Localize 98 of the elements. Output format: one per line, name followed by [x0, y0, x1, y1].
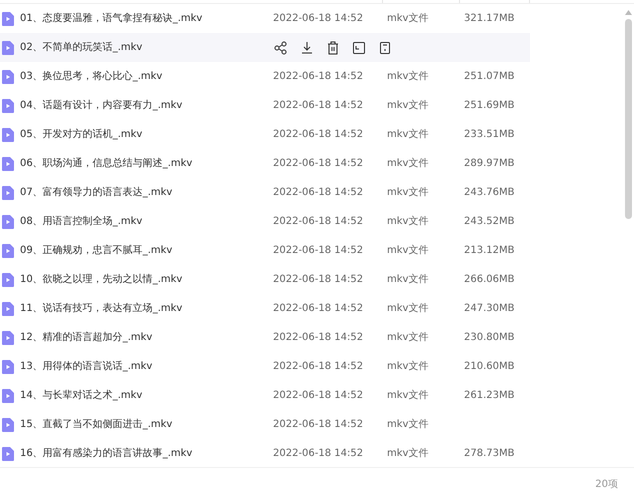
file-row[interactable]: 16、用富有感染力的语言讲故事_.mkv 2022-06-18 14:52 mkv文件 278.73MB: [0, 439, 530, 468]
file-size: 247.30MB: [464, 302, 516, 316]
video-file-icon: [2, 272, 14, 286]
file-row[interactable]: 03、换位思考，将心比心_.mkv 2022-06-18 14:52 mkv文件 251.07MB: [0, 62, 530, 91]
modified-date: 2022-06-18 14:52: [273, 215, 364, 229]
video-file-icon: [2, 388, 14, 402]
video-file-icon: [2, 418, 14, 432]
panel-icon[interactable]: [351, 40, 367, 56]
file-type: mkv文件: [387, 418, 430, 432]
delete-icon[interactable]: [325, 40, 341, 56]
document-icon[interactable]: [377, 40, 393, 56]
file-size: 233.51MB: [464, 128, 516, 142]
file-type: mkv文件: [387, 388, 430, 403]
video-file-icon: [2, 330, 14, 344]
file-row[interactable]: 06、职场沟通，信息总结与阐述_.mkv 2022-06-18 14:52 mkv文件 289.97MB: [0, 149, 530, 178]
share-icon[interactable]: [273, 40, 289, 56]
video-file-icon: [2, 70, 14, 84]
file-type: mkv文件: [387, 98, 430, 113]
modified-date: 2022-06-18 14:52: [273, 418, 364, 432]
video-file-icon: [2, 128, 14, 142]
file-name[interactable]: 05、开发对方的话机_.mkv: [20, 127, 273, 142]
file-type: mkv文件: [387, 302, 430, 316]
file-name[interactable]: 08、用语言控制全场_.mkv: [20, 214, 273, 229]
file-type: mkv文件: [387, 244, 430, 258]
file-name[interactable]: 03、换位思考，将心比心_.mkv: [20, 69, 273, 84]
file-row[interactable]: 01、态度要温雅，语气拿捏有秘诀_.mkv 2022-06-18 14:52 mkv文件 321.17MB: [0, 4, 530, 33]
modified-date: 2022-06-18 14:52: [273, 12, 364, 26]
file-type: mkv文件: [387, 272, 430, 287]
file-type: mkv文件: [387, 330, 430, 345]
file-name[interactable]: 09、正确规劝，忠言不腻耳_.mkv: [20, 243, 273, 258]
file-row[interactable]: 08、用语言控制全场_.mkv 2022-06-18 14:52 mkv文件 243.52MB: [0, 207, 530, 236]
file-name[interactable]: 04、话题有设计，内容要有力_.mkv: [20, 98, 273, 113]
file-type: mkv文件: [387, 214, 430, 229]
file-name[interactable]: 06、职场沟通，信息总结与阐述_.mkv: [20, 156, 273, 171]
file-size: 243.52MB: [464, 215, 516, 229]
file-size: 289.97MB: [464, 157, 516, 171]
file-size: 243.76MB: [464, 186, 516, 200]
file-type: mkv文件: [387, 446, 430, 461]
file-row[interactable]: 14、与长辈对话之术_.mkv 2022-06-18 14:52 mkv文件 261.23MB: [0, 381, 530, 410]
file-size: 213.12MB: [464, 244, 516, 258]
modified-date: 2022-06-18 14:52: [273, 157, 364, 171]
video-file-icon: [2, 446, 14, 460]
file-type: mkv文件: [387, 70, 430, 84]
download-icon[interactable]: [299, 40, 315, 56]
file-row[interactable]: 04、话题有设计，内容要有力_.mkv 2022-06-18 14:52 mkv文件 251.69MB: [0, 91, 530, 120]
file-row[interactable]: 11、说话有技巧，表达有立场_.mkv 2022-06-18 14:52 mkv文件 247.30MB: [0, 294, 530, 323]
video-file-icon: [2, 40, 14, 54]
modified-date: 2022-06-18 14:52: [273, 389, 364, 403]
file-type: mkv文件: [387, 186, 430, 200]
file-row[interactable]: 09、正确规劝，忠言不腻耳_.mkv 2022-06-18 14:52 mkv文件 213.12MB: [0, 236, 530, 265]
video-file-icon: [2, 360, 14, 374]
file-row[interactable]: 02、不简单的玩笑话_.mkv: [0, 33, 530, 62]
file-name[interactable]: 13、用得体的语言说话_.mkv: [20, 359, 273, 374]
modified-date: 2022-06-18 14:52: [273, 331, 364, 345]
file-row[interactable]: 12、精准的语言超加分_.mkv 2022-06-18 14:52 mkv文件 230.80MB: [0, 323, 530, 352]
modified-date: 2022-06-18 14:52: [273, 447, 364, 461]
file-type: mkv文件: [387, 128, 430, 142]
video-file-icon: [2, 302, 14, 316]
video-file-icon: [2, 244, 14, 258]
file-name[interactable]: 10、欲晓之以理，先动之以情_.mkv: [20, 272, 273, 287]
modified-date: 2022-06-18 14:52: [273, 186, 364, 200]
video-file-icon: [2, 12, 14, 26]
file-size: 251.07MB: [464, 70, 516, 84]
file-name[interactable]: 14、与长辈对话之术_.mkv: [20, 388, 273, 403]
item-count: 20项: [595, 478, 618, 492]
video-file-icon: [2, 98, 14, 112]
file-name[interactable]: 16、用富有感染力的语言讲故事_.mkv: [20, 446, 273, 461]
modified-date: 2022-06-18 14:52: [273, 273, 364, 287]
video-file-icon: [2, 186, 14, 200]
file-row[interactable]: 05、开发对方的话机_.mkv 2022-06-18 14:52 mkv文件 233.51MB: [0, 120, 530, 149]
file-type: mkv文件: [387, 360, 430, 374]
file-size: 230.80MB: [464, 331, 516, 345]
video-file-icon: [2, 214, 14, 228]
modified-date: 2022-06-18 14:52: [273, 244, 364, 258]
video-file-icon: [2, 156, 14, 170]
file-size: 210.60MB: [464, 360, 516, 374]
modified-date: 2022-06-18 14:52: [273, 70, 364, 84]
file-row[interactable]: 15、直截了当不如侧面进击_.mkv 2022-06-18 14:52 mkv文件: [0, 410, 530, 439]
file-name[interactable]: 15、直截了当不如侧面进击_.mkv: [20, 417, 273, 432]
file-size: 251.69MB: [464, 99, 516, 113]
file-type: mkv文件: [387, 12, 430, 26]
file-name[interactable]: 12、精准的语言超加分_.mkv: [20, 330, 273, 345]
file-row[interactable]: 07、富有领导力的语言表达_.mkv 2022-06-18 14:52 mkv文件 243.76MB: [0, 178, 530, 207]
modified-date: 2022-06-18 14:52: [273, 302, 364, 316]
file-size: 321.17MB: [464, 12, 516, 26]
file-name[interactable]: 07、富有领导力的语言表达_.mkv: [20, 185, 273, 200]
file-row[interactable]: 10、欲晓之以理，先动之以情_.mkv 2022-06-18 14:52 mkv文件 266.06MB: [0, 265, 530, 294]
modified-date: 2022-06-18 14:52: [273, 128, 364, 142]
modified-date: 2022-06-18 14:52: [273, 360, 364, 374]
file-type: mkv文件: [387, 156, 430, 171]
file-size: 261.23MB: [464, 389, 516, 403]
file-name[interactable]: 01、态度要温雅，语气拿捏有秘诀_.mkv: [20, 11, 273, 26]
file-size: 278.73MB: [464, 447, 516, 461]
file-row[interactable]: 13、用得体的语言说话_.mkv 2022-06-18 14:52 mkv文件 210.60MB: [0, 352, 530, 381]
file-name[interactable]: 11、说话有技巧，表达有立场_.mkv: [20, 301, 273, 316]
file-size: 266.06MB: [464, 273, 516, 287]
file-name[interactable]: 02、不简单的玩笑话_.mkv: [20, 40, 273, 55]
modified-date: 2022-06-18 14:52: [273, 99, 364, 113]
